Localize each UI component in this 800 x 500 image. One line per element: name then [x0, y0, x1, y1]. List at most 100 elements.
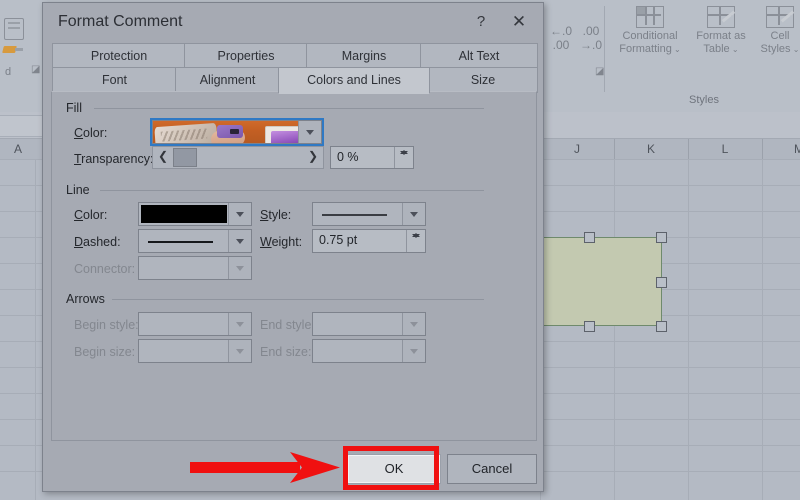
- format-painter-icon: [2, 42, 23, 58]
- fill-group-divider: [94, 108, 484, 109]
- ribbon-copy-icon-group[interactable]: [0, 18, 36, 42]
- picture-fill-preview-icon: [153, 121, 299, 143]
- tab-protection[interactable]: Protection: [52, 43, 186, 69]
- format-as-table-label-1: Format as: [696, 30, 746, 42]
- cell-styles-button[interactable]: Cell Styles ⌄: [754, 6, 800, 56]
- help-icon[interactable]: ?: [465, 9, 497, 35]
- chevron-down-icon[interactable]: ⌄: [730, 45, 739, 54]
- resize-handle-top-center[interactable]: [584, 232, 595, 243]
- line-weight-spinner[interactable]: 0.75 pt: [312, 229, 426, 253]
- line-weight-value: 0.75 pt: [319, 233, 358, 247]
- line-color-label: Color:: [74, 208, 108, 222]
- chevron-down-icon[interactable]: ⌄: [672, 45, 681, 54]
- thin-solid-line-icon: [322, 214, 387, 216]
- line-color-preview: [139, 203, 229, 225]
- red-arrow-annotation: [190, 452, 340, 483]
- connector-value: [139, 257, 229, 279]
- arrows-group-divider: [112, 299, 484, 300]
- column-header-l[interactable]: L: [688, 139, 763, 159]
- tab-alt-text[interactable]: Alt Text: [420, 43, 538, 69]
- connector-dropdown: [138, 256, 252, 280]
- spinner-down-icon[interactable]: [395, 147, 413, 158]
- cancel-button[interactable]: Cancel: [447, 454, 537, 484]
- dialog-tab-row-top: Protection Properties Margins Alt Text: [43, 43, 543, 69]
- line-style-label: Style:: [260, 208, 292, 222]
- tab-margins[interactable]: Margins: [306, 43, 422, 69]
- black-color-swatch: [141, 205, 227, 223]
- column-header-a[interactable]: A: [0, 139, 47, 159]
- transparency-value: 0 %: [337, 150, 359, 164]
- end-size-value: [313, 340, 403, 362]
- format-as-table-label-2: Table: [703, 43, 730, 55]
- format-as-table-icon: [707, 6, 736, 28]
- slider-left-arrow-icon[interactable]: ❮: [154, 147, 172, 168]
- format-comment-dialog: Format Comment ? ✕ Protection Properties…: [42, 2, 544, 492]
- tab-size[interactable]: Size: [428, 67, 538, 93]
- begin-size-label: Begin size:: [74, 345, 136, 359]
- transparency-spinner[interactable]: 0 %: [330, 146, 414, 169]
- column-header-m[interactable]: M: [762, 139, 800, 159]
- chevron-down-icon: [402, 340, 425, 362]
- chevron-down-icon[interactable]: [228, 230, 251, 252]
- dialog-title: Format Comment: [58, 13, 183, 30]
- decrease-decimal-button[interactable]: ←.0.00: [548, 25, 574, 53]
- cell-styles-label-1: Cell: [770, 30, 790, 42]
- decrease-decimal-icon: ←.0.00: [549, 24, 572, 52]
- begin-style-dropdown: [138, 312, 252, 336]
- conditional-formatting-icon: [636, 6, 664, 28]
- spinner-down-icon[interactable]: [407, 230, 425, 241]
- conditional-formatting-button[interactable]: Conditional Formatting ⌄: [612, 6, 688, 56]
- begin-size-dropdown: [138, 339, 252, 363]
- arrows-group-label: Arrows: [62, 292, 109, 306]
- chevron-down-icon[interactable]: [298, 121, 321, 143]
- line-style-dropdown[interactable]: [312, 202, 426, 226]
- conditional-formatting-label-1: Conditional: [622, 30, 678, 42]
- line-group-label: Line: [62, 183, 94, 197]
- resize-handle-middle-right[interactable]: [656, 277, 667, 288]
- cell-styles-icon: [766, 6, 795, 28]
- clipboard-group-label: d: [4, 66, 12, 78]
- transparency-slider[interactable]: ❮ ❯: [152, 146, 324, 169]
- line-color-dropdown[interactable]: [138, 202, 252, 226]
- dialog-tab-row-bottom: Font Alignment Colors and Lines Size: [43, 67, 543, 94]
- chevron-down-icon[interactable]: ⌄: [791, 45, 800, 54]
- resize-handle-bottom-center[interactable]: [584, 321, 595, 332]
- copy-icon: [4, 18, 24, 40]
- column-header-j[interactable]: J: [540, 139, 615, 159]
- column-header-k[interactable]: K: [614, 139, 689, 159]
- transparency-spin-buttons[interactable]: [394, 147, 413, 168]
- resize-handle-bottom-right[interactable]: [656, 321, 667, 332]
- begin-size-value: [139, 340, 229, 362]
- conditional-formatting-label-2: Formatting: [619, 43, 672, 55]
- clipboard-dialog-launcher[interactable]: ◪: [31, 64, 40, 75]
- chevron-down-icon: [228, 340, 251, 362]
- slider-right-arrow-icon[interactable]: ❯: [304, 147, 322, 168]
- end-style-value: [313, 313, 403, 335]
- slider-thumb[interactable]: [173, 148, 197, 167]
- end-style-label: End style:: [260, 318, 315, 332]
- chevron-down-icon: [228, 257, 251, 279]
- tab-alignment[interactable]: Alignment: [175, 67, 280, 93]
- chevron-down-icon[interactable]: [228, 203, 251, 225]
- fill-group-label: Fill: [62, 101, 86, 115]
- close-icon[interactable]: ✕: [503, 9, 535, 35]
- resize-handle-top-right[interactable]: [656, 232, 667, 243]
- begin-style-value: [139, 313, 229, 335]
- tab-colors-and-lines[interactable]: Colors and Lines: [278, 67, 430, 94]
- chevron-down-icon[interactable]: [402, 203, 425, 225]
- tab-properties[interactable]: Properties: [184, 43, 308, 69]
- transparency-label: Transparency:: [74, 152, 154, 166]
- line-weight-spin-buttons[interactable]: [406, 230, 425, 252]
- styles-group-label: Styles: [689, 94, 719, 106]
- dialog-title-bar[interactable]: Format Comment ? ✕: [43, 3, 543, 41]
- connector-label: Connector:: [74, 262, 136, 276]
- format-painter-icon-group[interactable]: [0, 42, 36, 60]
- chevron-down-icon: [228, 313, 251, 335]
- fill-color-dropdown[interactable]: [150, 118, 324, 146]
- line-style-preview: [313, 203, 403, 225]
- tab-font[interactable]: Font: [52, 67, 177, 93]
- increase-decimal-button[interactable]: .00 →.0: [578, 25, 604, 53]
- line-dashed-dropdown[interactable]: [138, 229, 252, 253]
- format-as-table-button[interactable]: Format as Table ⌄: [690, 6, 752, 56]
- end-size-dropdown: [312, 339, 426, 363]
